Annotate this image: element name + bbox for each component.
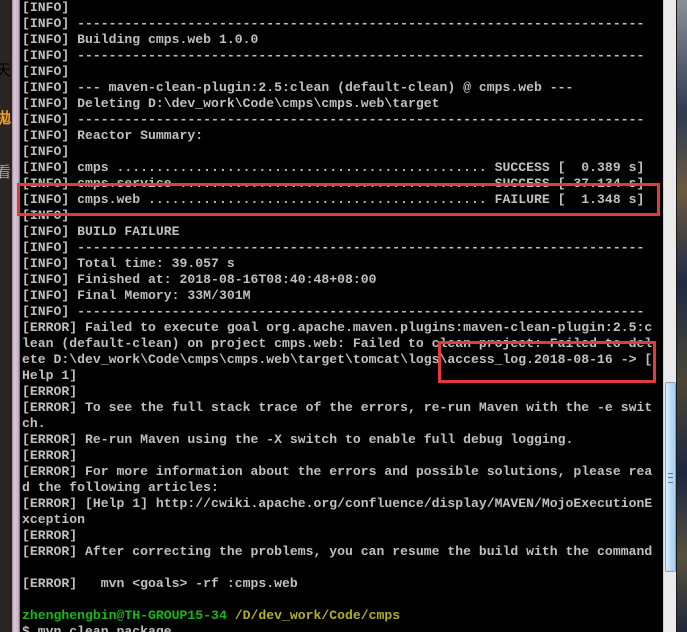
terminal-line: ete D:\dev_work\Code\cmps\cmps.web\targe…	[22, 352, 653, 367]
terminal-line: [INFO] Building cmps.web 1.0.0	[22, 32, 259, 47]
terminal-line: [ERROR] To see the full stack trace of t…	[22, 400, 653, 415]
desktop-wallpaper	[676, 0, 687, 632]
terminal-line: [INFO] Final Memory: 33M/301M	[22, 288, 251, 303]
terminal-line: [ERROR] After correcting the problems, y…	[22, 544, 653, 559]
terminal-line: [INFO] Reactor Summary:	[22, 128, 204, 143]
terminal-line: [INFO] --- maven-clean-plugin:2.5:clean …	[22, 80, 574, 95]
terminal-line: [ERROR] Failed to execute goal org.apach…	[22, 320, 653, 335]
background-window-edge: 天 拋 看	[0, 0, 12, 632]
terminal-line: [ERROR]	[22, 384, 78, 399]
terminal-line: [INFO] cmps.service ....................…	[22, 176, 645, 191]
terminal-line: xception	[22, 512, 86, 527]
background-glyph: 拋	[0, 109, 12, 127]
terminal-line: [INFO] Finished at: 2018-08-16T08:40:48+…	[22, 272, 377, 287]
terminal-line: [ERROR] For more information about the e…	[22, 464, 653, 479]
terminal-line: [INFO] ---------------------------------…	[22, 16, 645, 31]
terminal-line: [INFO] ---------------------------------…	[22, 304, 645, 319]
terminal-line: [ERROR]	[22, 448, 78, 463]
terminal-line: [ERROR] Re-run Maven using the -X switch…	[22, 432, 574, 447]
terminal-line: Help 1]	[22, 368, 78, 383]
terminal-line: [ERROR] mvn <goals> -rf :cmps.web	[22, 576, 298, 591]
command-line[interactable]: $ mvn clean package	[22, 624, 652, 632]
prompt-path: /D/dev_work/Code/cmps	[234, 608, 401, 623]
terminal-line: [INFO] cmps ............................…	[22, 160, 645, 175]
terminal-line: [INFO] ---------------------------------…	[22, 112, 645, 127]
terminal-line: [INFO] Deleting D:\dev_work\Code\cmps\cm…	[22, 96, 440, 111]
terminal-output: [INFO] [INFO] ---------------------------…	[22, 0, 652, 632]
terminal-line: ch.	[22, 416, 46, 431]
vertical-scrollbar[interactable]	[663, 0, 677, 632]
terminal-line: [INFO]	[22, 64, 70, 79]
shell-prompt: zhenghengbin@TH-GROUP15-34 /D/dev_work/C…	[22, 608, 652, 624]
background-glyph: 天	[0, 61, 12, 79]
terminal-line: [INFO] cmps.web ........................…	[22, 192, 645, 207]
window-border	[12, 0, 20, 632]
terminal-line: d the following articles:	[22, 480, 219, 495]
terminal-line: [ERROR] [Help 1] http://cwiki.apache.org…	[22, 496, 653, 511]
background-glyph: 看	[0, 163, 12, 181]
terminal-line: [INFO]	[22, 0, 70, 15]
terminal-window[interactable]: [INFO] [INFO] ---------------------------…	[20, 0, 663, 632]
terminal-line: [INFO] BUILD FAILURE	[22, 224, 180, 239]
terminal-line: [ERROR]	[22, 528, 78, 543]
terminal-line: [INFO] ---------------------------------…	[22, 240, 645, 255]
terminal-line: [INFO] ---------------------------------…	[22, 48, 645, 63]
terminal-line: [INFO]	[22, 144, 70, 159]
grip-icon	[668, 473, 673, 483]
terminal-line: [INFO] Total time: 39.057 s	[22, 256, 235, 271]
terminal-line: lean (default-clean) on project cmps.web…	[22, 336, 653, 351]
prompt-user-host: zhenghengbin@TH-GROUP15-34	[22, 608, 227, 623]
scrollbar-thumb[interactable]	[665, 382, 676, 572]
terminal-line: [INFO]	[22, 208, 70, 223]
